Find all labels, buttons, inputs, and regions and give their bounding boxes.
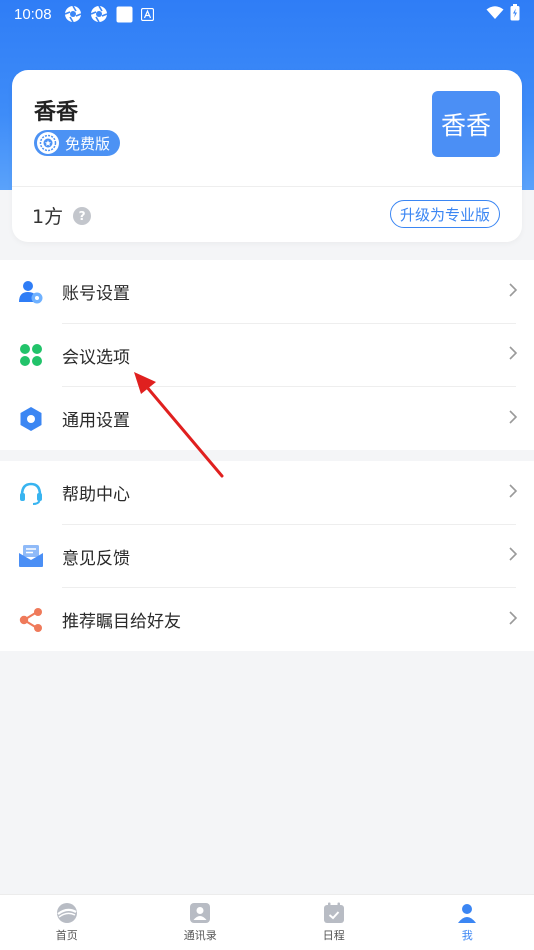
menu-item-label: 意见反馈: [62, 548, 130, 569]
headset-icon: [18, 480, 44, 506]
share-icon: [18, 607, 44, 633]
upgrade-button[interactable]: 升级为专业版: [389, 200, 500, 228]
aperture-icon: [90, 5, 108, 23]
feedback-mail-icon: [18, 543, 44, 569]
tab-home[interactable]: 首页: [0, 895, 134, 950]
support-group: 帮助中心 意见反馈 推荐瞩目给好友: [0, 461, 534, 651]
card-divider: [12, 186, 522, 187]
menu-item-label: 账号设置: [62, 284, 130, 305]
menu-item-help-center[interactable]: 帮助中心: [0, 461, 534, 525]
status-time: 10:08: [14, 5, 52, 23]
clover-icon: [18, 342, 44, 368]
medal-icon: [37, 132, 59, 154]
wifi-icon: [486, 5, 504, 24]
status-bar: 10:08: [0, 0, 534, 28]
menu-item-account-settings[interactable]: 账号设置: [0, 260, 534, 324]
profile-card[interactable]: 香香 免费版 香香 1方 ? 升级为专业版: [12, 70, 522, 242]
menu-item-feedback[interactable]: 意见反馈: [0, 525, 534, 588]
tab-contacts[interactable]: 通讯录: [134, 895, 268, 950]
status-right-group: [486, 3, 520, 25]
tab-schedule[interactable]: 日程: [267, 895, 401, 950]
tab-label: 日程: [322, 929, 345, 942]
me-icon: [456, 902, 478, 924]
menu-item-label: 会议选项: [62, 347, 130, 368]
hex-gear-icon: [18, 406, 44, 432]
calendar-icon: [323, 902, 345, 924]
menu-item-label: 推荐瞩目给好友: [62, 612, 181, 633]
menu-item-meeting-options[interactable]: 会议选项: [0, 324, 534, 387]
avatar[interactable]: 香香: [432, 91, 500, 157]
chevron-right-icon: [508, 483, 518, 503]
user-name: 香香: [34, 100, 79, 125]
tab-label: 我: [461, 929, 473, 942]
tab-me[interactable]: 我: [401, 895, 534, 950]
tab-label: 通讯录: [183, 929, 217, 942]
menu-item-label: 通用设置: [62, 411, 130, 432]
plan-capacity-value: 1方: [32, 206, 64, 228]
question-icon[interactable]: ?: [73, 206, 92, 225]
menu-item-general-settings[interactable]: 通用设置: [0, 387, 534, 451]
chevron-right-icon: [508, 610, 518, 630]
plan-badge: 免费版: [34, 130, 121, 156]
chevron-right-icon: [508, 282, 518, 302]
chevron-right-icon: [508, 345, 518, 365]
user-settings-icon: [18, 279, 44, 305]
plan-capacity: 1方 ?: [32, 202, 92, 229]
contacts-icon: [189, 902, 211, 924]
battery-icon: [510, 3, 520, 25]
home-logo-icon: [56, 902, 78, 924]
aperture-icon: [64, 5, 82, 23]
chevron-right-icon: [508, 546, 518, 566]
settings-group: 账号设置 会议选项 通用设置: [0, 260, 534, 450]
menu-item-share[interactable]: 推荐瞩目给好友: [0, 588, 534, 652]
bottom-tab-bar: 首页 通讯录 日程 我: [0, 894, 534, 950]
menu-item-label: 帮助中心: [62, 485, 130, 506]
chevron-right-icon: [508, 409, 518, 429]
plan-badge-label: 免费版: [65, 134, 111, 153]
tab-label: 首页: [55, 929, 78, 942]
a-badge-icon: [140, 7, 154, 21]
square-icon: [116, 6, 133, 23]
